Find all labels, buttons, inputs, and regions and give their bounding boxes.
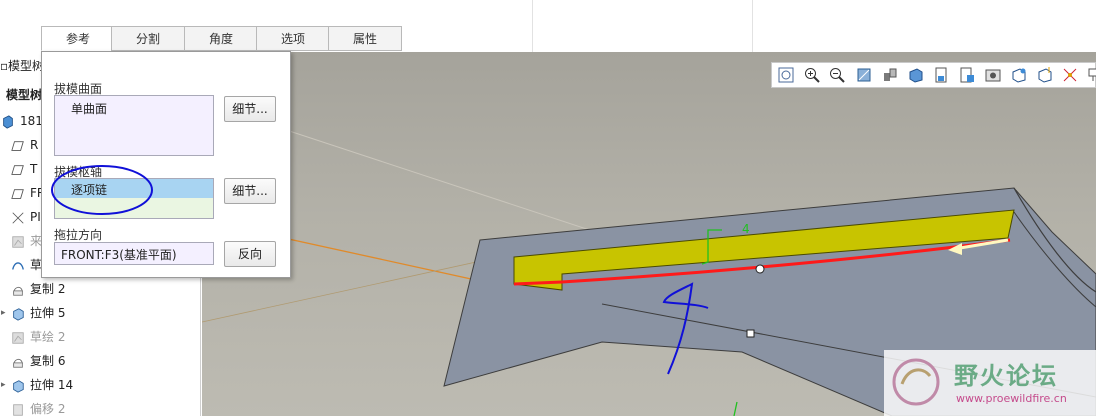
tab-references[interactable]: 参考 [41, 26, 115, 51]
tree-item[interactable]: 复制 6 [10, 350, 65, 372]
tree-item[interactable]: ▸ 拉伸 5 [1, 302, 66, 324]
tree-item-label: T [30, 162, 38, 176]
part-icon [0, 114, 20, 129]
offset-icon [10, 402, 30, 416]
tree-item-label: 复制 6 [30, 354, 66, 368]
tree-item[interactable]: PI [10, 206, 41, 228]
dimension-leader [733, 401, 738, 416]
ribbon-separator [752, 0, 753, 52]
tree-item-label: 拉伸 5 [30, 306, 66, 320]
watermark-title: 野火论坛 [954, 362, 1058, 390]
annotation-display-icon[interactable] [1088, 67, 1096, 83]
pull-direction-label: 拖拉方向 [54, 228, 103, 242]
draft-surfaces-collector[interactable]: 单曲面 [54, 95, 214, 156]
repaint-icon[interactable] [856, 67, 872, 83]
datum-plane-icon [10, 186, 30, 200]
datum-display-icon[interactable] [1062, 67, 1078, 83]
surfaces-details-button[interactable]: 细节... [224, 96, 276, 122]
appearance-icon[interactable] [1011, 67, 1027, 83]
saved-orientations-icon[interactable] [882, 67, 898, 83]
flame-logo-icon [892, 358, 940, 406]
tree-item-label: 草绘 2 [30, 330, 66, 344]
tab-properties[interactable]: 属性 [328, 26, 402, 51]
pull-direction-collector[interactable]: FRONT:F3(基准平面) [54, 242, 214, 265]
tree-item-label: PI [30, 210, 41, 224]
zoom-in-icon[interactable] [804, 67, 820, 83]
expand-arrow-icon[interactable]: ▸ [1, 374, 6, 396]
watermark-url: www.proewildfire.cn [956, 392, 1067, 405]
perspective-icon[interactable] [985, 67, 1001, 83]
handwritten-circle-annotation [51, 165, 153, 215]
tree-item[interactable]: 复制 2 [10, 278, 65, 300]
ribbon-separator [532, 0, 533, 52]
tree-item[interactable]: R [10, 134, 38, 156]
extrude-icon [10, 378, 30, 393]
hinge-handle [755, 264, 765, 274]
named-views-icon[interactable] [933, 67, 949, 83]
sketch-curve-icon [10, 258, 30, 272]
drag-handle [746, 329, 755, 338]
flip-direction-button[interactable]: 反向 [224, 241, 276, 267]
model-tree-tab-label: 模型树 [8, 59, 45, 73]
zoom-out-icon[interactable] [829, 67, 845, 83]
tab-split[interactable]: 分割 [111, 26, 185, 51]
tree-item[interactable]: 偏移 2 [10, 398, 65, 420]
sketch-icon [10, 234, 30, 248]
tree-item-label: 偏移 2 [30, 402, 66, 416]
copy-icon [10, 354, 30, 368]
draft-surfaces-item[interactable]: 单曲面 [71, 100, 107, 117]
copy-icon [10, 282, 30, 296]
tree-item[interactable]: 草 [10, 254, 42, 276]
tree-item[interactable]: T [10, 158, 37, 180]
tree-item[interactable]: 草绘 2 [10, 326, 65, 348]
csys-icon [10, 210, 30, 224]
dimension-value: 4 [742, 222, 750, 236]
model-tree-tab[interactable]: ▫模型树 [0, 55, 44, 77]
sketch-icon [10, 330, 30, 344]
view-toolbar [771, 62, 1096, 88]
tab-angles[interactable]: 角度 [184, 26, 258, 51]
references-panel: 拔模曲面 单曲面 细节... 拔模枢轴 逐项链 细节... 拖拉方向 FRONT… [41, 51, 291, 278]
tree-item[interactable]: ▸ 拉伸 14 [1, 374, 74, 396]
model-tree-header: 模型树 [6, 88, 43, 102]
tree-item-label: 复制 2 [30, 282, 66, 296]
expand-arrow-icon[interactable]: ▸ [1, 302, 6, 324]
tree-item[interactable]: 来 [10, 230, 42, 252]
extrude-icon [10, 306, 30, 321]
forum-watermark: 野火论坛 www.proewildfire.cn [884, 350, 1096, 416]
refit-icon[interactable] [778, 67, 794, 83]
tree-item-label: R [30, 138, 39, 152]
hinges-details-button[interactable]: 细节... [224, 178, 276, 204]
spin-center-icon[interactable] [1037, 67, 1053, 83]
tree-item-label: 拉伸 14 [30, 378, 74, 392]
tree-item[interactable]: FR [10, 182, 45, 204]
pull-direction-value: FRONT:F3(基准平面) [61, 248, 177, 262]
datum-plane-icon [10, 162, 30, 176]
view-manager-icon[interactable] [959, 67, 975, 83]
display-style-icon[interactable] [908, 67, 924, 83]
datum-plane-icon [10, 138, 30, 152]
tab-options[interactable]: 选项 [256, 26, 330, 51]
